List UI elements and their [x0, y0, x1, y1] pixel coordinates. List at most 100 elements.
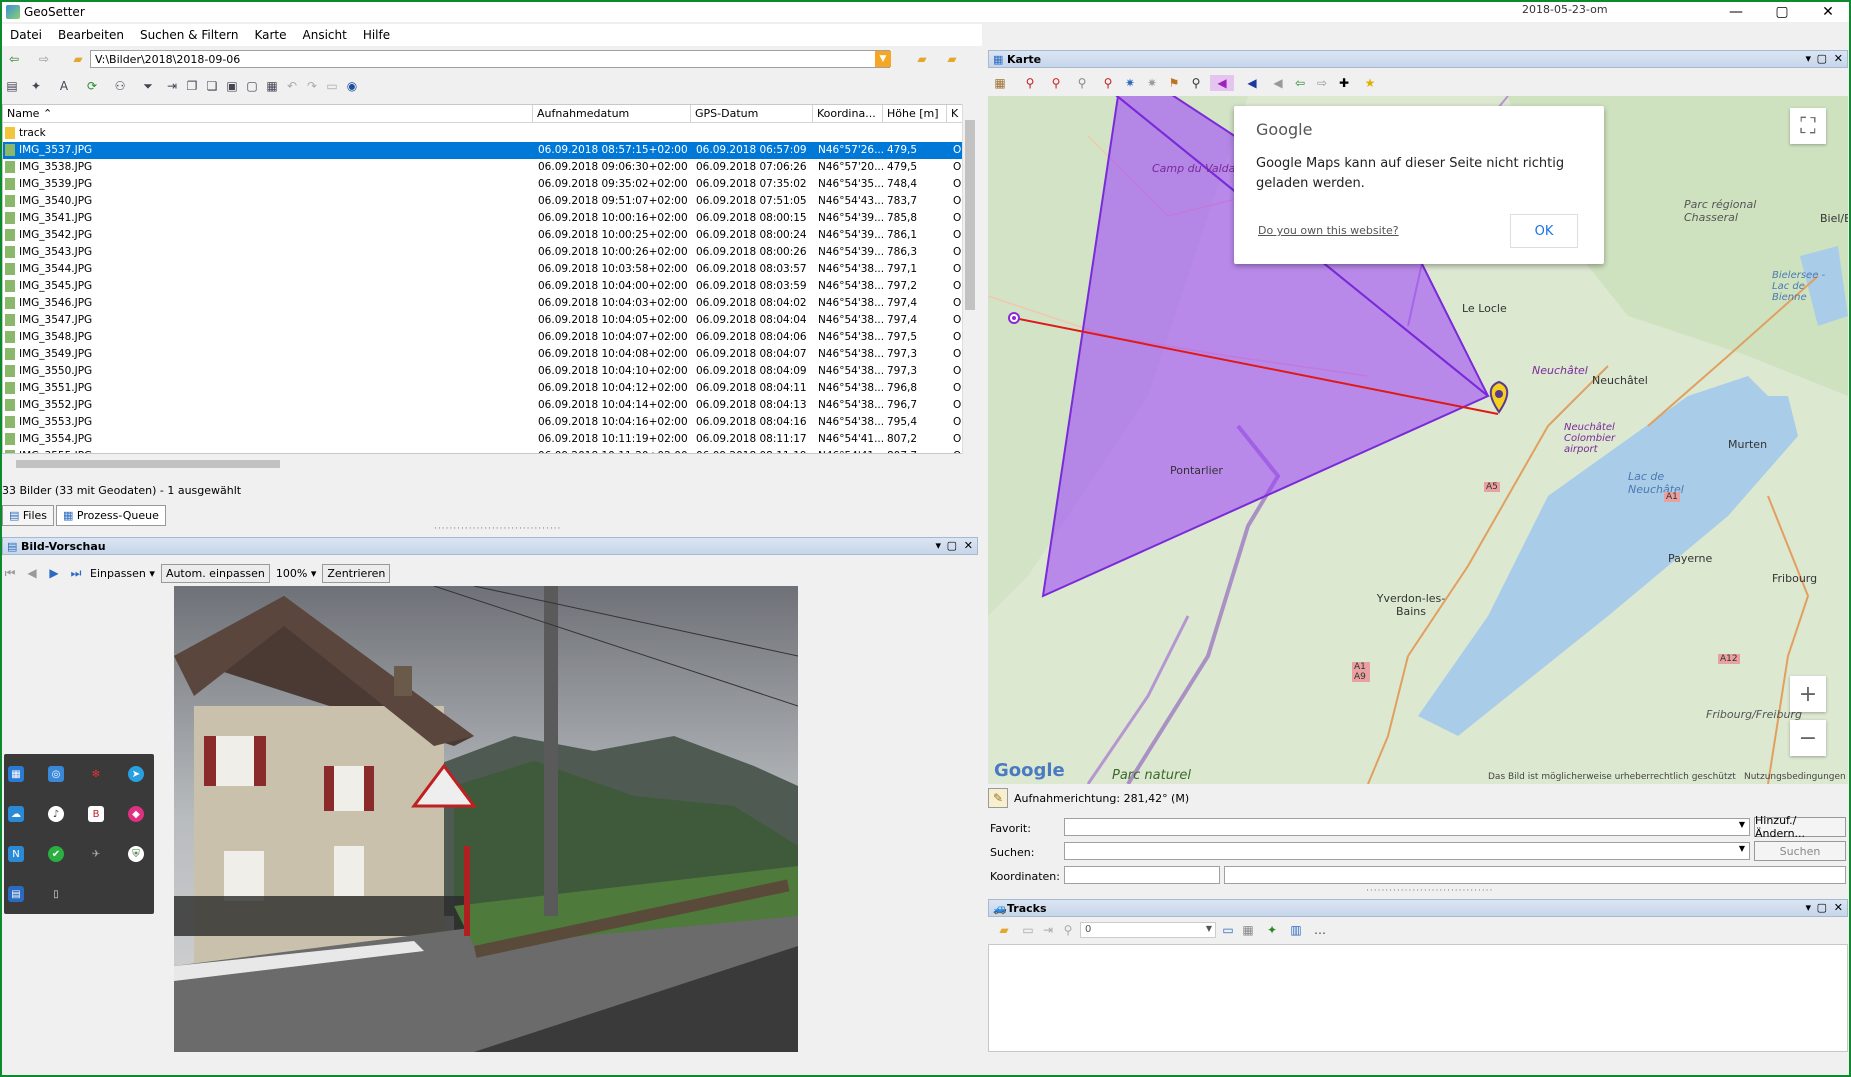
dialog-ok-button[interactable]: OK — [1510, 214, 1578, 248]
map-panel-close-icon[interactable]: ✕ — [1834, 52, 1843, 65]
folder-icon[interactable]: ▰ — [70, 51, 86, 67]
shield-tray-icon[interactable]: ⛨ — [128, 846, 144, 862]
network-tray-icon[interactable]: ◎ — [48, 766, 64, 782]
redo-icon[interactable]: ↷ — [304, 78, 320, 94]
menu-bearbeiten[interactable]: Bearbeiten — [50, 28, 132, 42]
tracks-value-field[interactable]: 0 ▼ — [1080, 922, 1216, 938]
table-row[interactable]: IMG_3544.JPG 06.09.2018 10:03:58+02:00 06.… — [3, 261, 963, 278]
arrow-left-icon[interactable]: ⇦ — [1292, 75, 1308, 91]
panel-close-icon[interactable]: ✕ — [964, 539, 973, 552]
coordinates-input[interactable] — [1224, 866, 1846, 884]
favorites-star-icon[interactable]: ★ — [1358, 75, 1382, 91]
pink-tray-icon[interactable]: ◆ — [128, 806, 144, 822]
zoom-in-button[interactable]: + — [1790, 676, 1826, 712]
table-row[interactable]: IMG_3549.JPG 06.09.2018 10:04:08+02:00 06.… — [3, 346, 963, 363]
table-row[interactable]: IMG_3537.JPG 06.09.2018 08:57:15+02:00 06.… — [3, 142, 963, 159]
vertical-splitter[interactable] — [980, 96, 986, 1052]
back-icon[interactable]: ⇦ — [6, 51, 22, 67]
tracks-geotag-icon[interactable]: ✦ — [1260, 922, 1284, 938]
check-tray-icon[interactable]: ✔ — [48, 846, 64, 862]
clipboard-icon[interactable]: ▢ — [244, 78, 260, 94]
zoom-map-icon[interactable]: ⚲ — [1188, 75, 1204, 91]
globe-icon[interactable]: ◉ — [344, 78, 360, 94]
dialog-own-website-link[interactable]: Do you own this website? — [1258, 224, 1399, 237]
col-koordinaten[interactable]: Koordina... — [813, 105, 883, 123]
last-image-icon[interactable]: ⏭ — [68, 565, 84, 581]
col-aufnahmedatum[interactable]: Aufnahmedatum — [533, 105, 691, 123]
table-row[interactable]: IMG_3555.JPG 06.09.2018 10:11:20+02:00 06.… — [3, 448, 963, 453]
track-gray-icon[interactable]: ✷ — [1144, 75, 1160, 91]
geotag-icon[interactable]: ✦ — [24, 78, 48, 94]
table-row[interactable]: IMG_3539.JPG 06.09.2018 09:35:02+02:00 06.… — [3, 176, 963, 193]
tracks-comment-icon[interactable]: ▭ — [1220, 922, 1236, 938]
map-panel-menu-icon[interactable]: ▾ — [1805, 52, 1811, 65]
table-row[interactable]: IMG_3543.JPG 06.09.2018 10:00:26+02:00 06.… — [3, 244, 963, 261]
maximize-button[interactable]: ▢ — [1759, 2, 1805, 22]
geocode-icon[interactable]: ⚑ — [1166, 75, 1182, 91]
table-row[interactable]: IMG_3547.JPG 06.09.2018 10:04:05+02:00 06.… — [3, 312, 963, 329]
usb-tray-icon[interactable]: ▯ — [48, 886, 64, 902]
col-hoehe[interactable]: Höhe [m] — [883, 105, 947, 123]
nk-icon[interactable]: N — [8, 846, 24, 862]
map-image-icon[interactable]: ▦ — [264, 78, 280, 94]
path-dropdown-icon[interactable]: ▼ — [875, 51, 891, 67]
panel-menu-icon[interactable]: ▾ — [935, 539, 941, 552]
menu-karte[interactable]: Karte — [246, 28, 294, 42]
tracks-table-icon[interactable]: ▦ — [1240, 922, 1256, 938]
list-item-folder[interactable]: track — [3, 125, 963, 142]
tracks-zoom-icon[interactable]: ⚲ — [1060, 922, 1076, 938]
tracks-dropdown-icon[interactable]: ▼ — [1206, 924, 1212, 933]
map-panel-maximize-icon[interactable]: ▢ — [1817, 52, 1827, 65]
zoom-dropdown[interactable]: 100% ▾ — [276, 567, 316, 580]
direction-blue-icon[interactable]: ◀ — [1240, 75, 1264, 91]
add-change-button[interactable]: Hinzuf./Ändern... — [1754, 814, 1846, 840]
horizontal-scrollbar[interactable] — [2, 458, 962, 470]
red-tray-icon[interactable]: ✻ — [88, 766, 104, 782]
search-button[interactable]: Suchen — [1754, 841, 1846, 861]
coordinates-lat-input[interactable] — [1064, 866, 1220, 884]
refresh-icon[interactable]: ⟳ — [80, 78, 104, 94]
col-k[interactable]: K — [947, 105, 963, 123]
map-type-icon[interactable]: ▦ — [988, 75, 1012, 91]
marker-tools-icon[interactable]: ⚲ — [1070, 75, 1094, 91]
table-row[interactable]: IMG_3548.JPG 06.09.2018 10:04:07+02:00 06.… — [3, 329, 963, 346]
table-row[interactable]: IMG_3540.JPG 06.09.2018 09:51:07+02:00 06.… — [3, 193, 963, 210]
fullscreen-icon[interactable]: ⛶ — [1790, 108, 1826, 144]
rename-icon[interactable]: ⇥ — [164, 78, 180, 94]
splitter-handle[interactable]: ································· — [434, 524, 561, 534]
favorit-select[interactable]: ▼ — [1064, 818, 1750, 836]
font-icon[interactable]: A — [52, 78, 76, 94]
menu-datei[interactable]: Datei — [2, 28, 50, 42]
autofit-button[interactable]: Autom. einpassen — [160, 563, 270, 583]
table-row[interactable]: IMG_3545.JPG 06.09.2018 10:04:00+02:00 06.… — [3, 278, 963, 295]
tracks-panel-close-icon[interactable]: ✕ — [1834, 901, 1843, 914]
menu-ansicht[interactable]: Ansicht — [295, 28, 355, 42]
tracks-delete-icon[interactable]: ⇥ — [1040, 922, 1056, 938]
favorite-folder-icon[interactable]: ▰ — [944, 51, 960, 67]
paste-icon[interactable]: ▣ — [224, 78, 240, 94]
center-button[interactable]: Zentrieren — [322, 563, 391, 583]
map-terms-link[interactable]: Nutzungsbedingungen — [1744, 772, 1846, 782]
tracks-list[interactable] — [988, 944, 1848, 1052]
col-name[interactable]: Name ⌃ — [3, 105, 533, 123]
tracks-open-icon[interactable]: ▰ — [992, 922, 1016, 938]
direction-gray-icon[interactable]: ◀ — [1270, 75, 1286, 91]
tracks-save-icon[interactable]: ▭ — [1020, 922, 1036, 938]
view-icon[interactable]: ▤ — [4, 78, 20, 94]
table-row[interactable]: IMG_3554.JPG 06.09.2018 10:11:19+02:00 06.… — [3, 431, 963, 448]
app-tray-icon[interactable]: ▦ — [8, 766, 24, 782]
panel-maximize-icon[interactable]: ▢ — [947, 539, 957, 552]
copy-icon[interactable]: ❐ — [184, 78, 200, 94]
col-gps-datum[interactable]: GPS-Datum — [691, 105, 813, 123]
save-icon[interactable]: ▭ — [324, 78, 340, 94]
tab-files[interactable]: ▤ Files — [2, 505, 55, 526]
open-folder-icon[interactable]: ▰ — [914, 51, 930, 67]
duplicate-icon[interactable]: ❏ — [204, 78, 220, 94]
undo-icon[interactable]: ↶ — [284, 78, 300, 94]
tracks-panel-menu-icon[interactable]: ▾ — [1805, 901, 1811, 914]
vertical-scrollbar[interactable] — [962, 104, 976, 454]
first-image-icon[interactable]: ⏮ — [2, 565, 18, 581]
track-icon[interactable]: ✷ — [1122, 75, 1138, 91]
zoom-out-button[interactable]: − — [1790, 720, 1826, 756]
table-row[interactable]: IMG_3542.JPG 06.09.2018 10:00:25+02:00 06.… — [3, 227, 963, 244]
